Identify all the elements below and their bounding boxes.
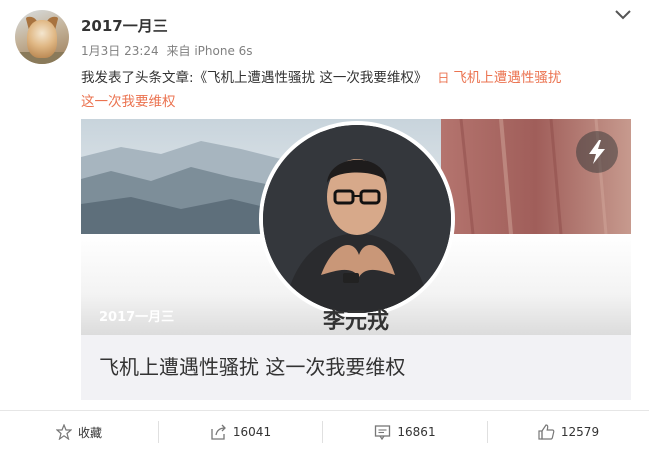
favorite-label: 收藏: [77, 425, 102, 440]
article-card[interactable]: 2017一月三 李元戎 飞机上遭遇性骚扰 这一次我要维权: [81, 119, 631, 400]
flash-icon[interactable]: [576, 131, 618, 173]
article-cover: 2017一月三 李元戎: [81, 119, 631, 335]
action-bar: 收藏 16041 16861 12579: [0, 411, 649, 453]
timestamp[interactable]: 1月3日 23:24: [81, 44, 159, 58]
share-icon: [211, 424, 226, 440]
favorite-button[interactable]: 收藏: [0, 411, 158, 453]
share-button[interactable]: 16041: [159, 411, 322, 453]
article-link[interactable]: 《飞机上遭遇性骚扰 这一次我要维权》: [194, 70, 428, 86]
link-text-continued[interactable]: 这一次我要维权: [81, 94, 176, 110]
article-icon: 日: [437, 71, 450, 85]
comment-icon: [375, 425, 391, 440]
like-button[interactable]: 12579: [488, 411, 649, 453]
share-count: 16041: [232, 425, 272, 439]
link-text[interactable]: 飞机上遭遇性骚扰: [453, 70, 561, 86]
author-photo: [263, 125, 451, 313]
post-text: 我发表了头条文章:《飞机上遭遇性骚扰 这一次我要维权》日飞机上遭遇性骚扰 这一次…: [81, 66, 636, 114]
avatar[interactable]: [15, 10, 69, 64]
cover-author-name: 李元戎: [322, 309, 389, 334]
post-source: 来自 iPhone 6s: [166, 44, 253, 58]
post-meta: 1月3日 23:24 来自 iPhone 6s: [81, 42, 253, 59]
like-icon: [538, 424, 555, 440]
star-icon: [55, 424, 72, 440]
text-prefix: 我发表了头条文章:: [81, 70, 194, 86]
like-count: 12579: [560, 425, 600, 439]
username[interactable]: 2017一月三: [81, 15, 168, 36]
article-title[interactable]: 飞机上遭遇性骚扰 这一次我要维权: [99, 351, 405, 380]
chevron-down-icon[interactable]: [612, 6, 634, 24]
comment-count: 16861: [397, 425, 436, 439]
comment-button[interactable]: 16861: [323, 411, 487, 453]
weibo-post: 2017一月三 1月3日 23:24 来自 iPhone 6s 我发表了头条文章…: [0, 0, 649, 453]
